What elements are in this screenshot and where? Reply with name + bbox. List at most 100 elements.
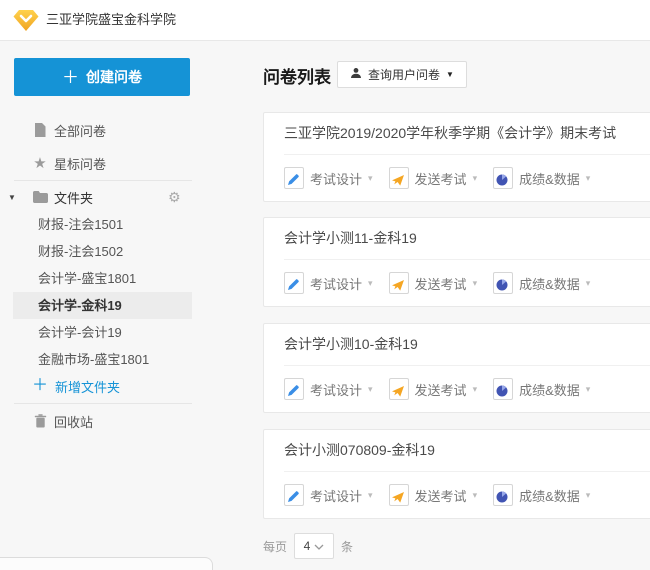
page-title: 问卷列表 <box>263 63 331 88</box>
results-data-button[interactable]: 成绩&数据 ▾ <box>493 167 590 189</box>
pie-chart-icon <box>493 484 513 506</box>
exam-design-button[interactable]: 考试设计 ▾ <box>284 167 373 189</box>
sidebar-item-label: 文件夹 <box>54 188 93 207</box>
exam-design-button[interactable]: 考试设计 ▾ <box>284 272 373 294</box>
survey-card: 三亚学院2019/2020学年秋季学期《会计学》期末考试 考试设计 ▾ 发送考试… <box>263 112 650 202</box>
paper-plane-icon <box>389 167 409 189</box>
survey-title-link[interactable]: 会计学小测11-金科19 <box>284 218 417 259</box>
survey-title-link[interactable]: 会计小测070809-金科19 <box>284 430 435 471</box>
results-data-button[interactable]: 成绩&数据 ▾ <box>493 378 590 400</box>
action-label: 发送考试 <box>415 380 467 399</box>
folder-label: 会计学-金科19 <box>38 292 122 319</box>
exam-design-button[interactable]: 考试设计 ▾ <box>284 378 373 400</box>
paper-plane-icon <box>389 272 409 294</box>
app-window: 三亚学院盛宝金科学院 ＋ 创建问卷 全部问卷 ★ 星标问卷 ▼ 文件夹 ⚙ <box>0 0 650 570</box>
folder-label: 会计学-会计19 <box>38 319 122 346</box>
action-label: 发送考试 <box>415 486 467 505</box>
action-label: 成绩&数据 <box>519 380 580 399</box>
plus-icon: ＋ <box>32 378 48 394</box>
chevron-down-icon: ▾ <box>586 173 591 184</box>
action-label: 成绩&数据 <box>519 486 580 505</box>
survey-title-link[interactable]: 会计学小测10-金科19 <box>284 324 418 365</box>
survey-card: 会计学小测11-金科19 考试设计 ▾ 发送考试 ▾ 成绩&数据 ▾ <box>263 217 650 307</box>
pencil-icon <box>284 167 304 189</box>
create-survey-label: 创建问卷 <box>86 67 142 87</box>
pagination: 每页 4 条 <box>263 533 353 559</box>
action-label: 考试设计 <box>310 486 362 505</box>
folder-label: 会计学-盛宝1801 <box>38 265 136 292</box>
gear-icon[interactable]: ⚙ <box>168 190 181 204</box>
sidebar: ＋ 创建问卷 全部问卷 ★ 星标问卷 ▼ 文件夹 ⚙ 财报-注会1501 财报- <box>0 41 240 570</box>
folder-item[interactable]: 金融市场-盛宝1801 <box>13 346 192 373</box>
card-actions: 考试设计 ▾ 发送考试 ▾ 成绩&数据 ▾ <box>284 366 590 412</box>
chevron-down-icon: ▾ <box>473 278 478 289</box>
sidebar-item-label: 回收站 <box>54 412 93 431</box>
page-size-select[interactable]: 4 <box>294 533 334 559</box>
folder-label: 金融市场-盛宝1801 <box>38 346 149 373</box>
sidebar-divider <box>14 403 192 404</box>
paper-plane-icon <box>389 378 409 400</box>
sidebar-item-label: 星标问卷 <box>54 154 106 173</box>
chevron-down-icon: ▾ <box>368 384 373 395</box>
page-size-value: 4 <box>304 539 311 553</box>
sidebar-item-trash[interactable]: 回收站 <box>0 407 192 435</box>
pie-chart-icon <box>493 378 513 400</box>
exam-design-button[interactable]: 考试设计 ▾ <box>284 484 373 506</box>
expander-caret-icon[interactable]: ▼ <box>8 193 16 202</box>
pencil-icon <box>284 484 304 506</box>
sidebar-item-starred-surveys[interactable]: ★ 星标问卷 <box>0 149 192 177</box>
folder-item[interactable]: 财报-注会1501 <box>13 211 192 238</box>
chevron-down-icon: ▾ <box>473 384 478 395</box>
action-label: 成绩&数据 <box>519 169 580 188</box>
sidebar-item-label: 全部问卷 <box>54 121 106 140</box>
pie-chart-icon <box>493 167 513 189</box>
sidebar-item-all-surveys[interactable]: 全部问卷 <box>0 116 192 144</box>
brand-title: 三亚学院盛宝金科学院 <box>46 0 176 40</box>
folder-label: 财报-注会1501 <box>38 211 123 238</box>
sidebar-item-folders[interactable]: ▼ 文件夹 ⚙ <box>0 183 192 211</box>
card-actions: 考试设计 ▾ 发送考试 ▾ 成绩&数据 ▾ <box>284 260 590 306</box>
person-icon <box>350 67 362 82</box>
send-exam-button[interactable]: 发送考试 ▾ <box>389 272 478 294</box>
action-label: 考试设计 <box>310 169 362 188</box>
chevron-down-icon: ▾ <box>586 490 591 501</box>
folder-item[interactable]: 会计学-会计19 <box>13 319 192 346</box>
query-user-surveys-button[interactable]: 查询用户问卷 ▼ <box>337 61 467 88</box>
action-label: 考试设计 <box>310 274 362 293</box>
document-icon <box>32 123 48 137</box>
survey-title-link[interactable]: 三亚学院2019/2020学年秋季学期《会计学》期末考试 <box>284 113 616 154</box>
folder-item[interactable]: 财报-注会1502 <box>13 238 192 265</box>
main-content: 问卷列表 查询用户问卷 ▼ 三亚学院2019/2020学年秋季学期《会计学》期末… <box>263 41 650 570</box>
results-data-button[interactable]: 成绩&数据 ▾ <box>493 484 590 506</box>
create-survey-button[interactable]: ＋ 创建问卷 <box>14 58 190 96</box>
brand-logo-icon <box>13 9 39 32</box>
folder-item-selected[interactable]: 会计学-金科19 <box>13 292 192 319</box>
action-label: 成绩&数据 <box>519 274 580 293</box>
card-actions: 考试设计 ▾ 发送考试 ▾ 成绩&数据 ▾ <box>284 155 590 201</box>
pencil-icon <box>284 272 304 294</box>
survey-card: 会计小测070809-金科19 考试设计 ▾ 发送考试 ▾ 成绩&数据 ▾ <box>263 429 650 519</box>
query-user-surveys-label: 查询用户问卷 <box>368 66 440 83</box>
results-data-button[interactable]: 成绩&数据 ▾ <box>493 272 590 294</box>
chevron-down-icon: ▾ <box>368 173 373 184</box>
pencil-icon <box>284 378 304 400</box>
bottom-popup-edge <box>0 557 213 570</box>
star-icon: ★ <box>32 154 48 172</box>
action-label: 发送考试 <box>415 169 467 188</box>
card-actions: 考试设计 ▾ 发送考试 ▾ 成绩&数据 ▾ <box>284 472 590 518</box>
topbar: 三亚学院盛宝金科学院 <box>0 0 650 41</box>
plus-icon: ＋ <box>62 69 79 86</box>
chevron-down-icon: ▾ <box>368 490 373 501</box>
folder-item[interactable]: 会计学-盛宝1801 <box>13 265 192 292</box>
chevron-down-icon: ▾ <box>586 384 591 395</box>
chevron-down-icon: ▼ <box>446 70 454 79</box>
add-folder-button[interactable]: ＋ 新增文件夹 <box>0 372 192 400</box>
sidebar-divider <box>14 180 192 181</box>
per-page-prefix: 每页 <box>263 538 287 555</box>
send-exam-button[interactable]: 发送考试 ▾ <box>389 484 478 506</box>
per-page-suffix: 条 <box>341 538 353 555</box>
chevron-down-icon: ▾ <box>473 173 478 184</box>
send-exam-button[interactable]: 发送考试 ▾ <box>389 378 478 400</box>
action-label: 考试设计 <box>310 380 362 399</box>
send-exam-button[interactable]: 发送考试 ▾ <box>389 167 478 189</box>
